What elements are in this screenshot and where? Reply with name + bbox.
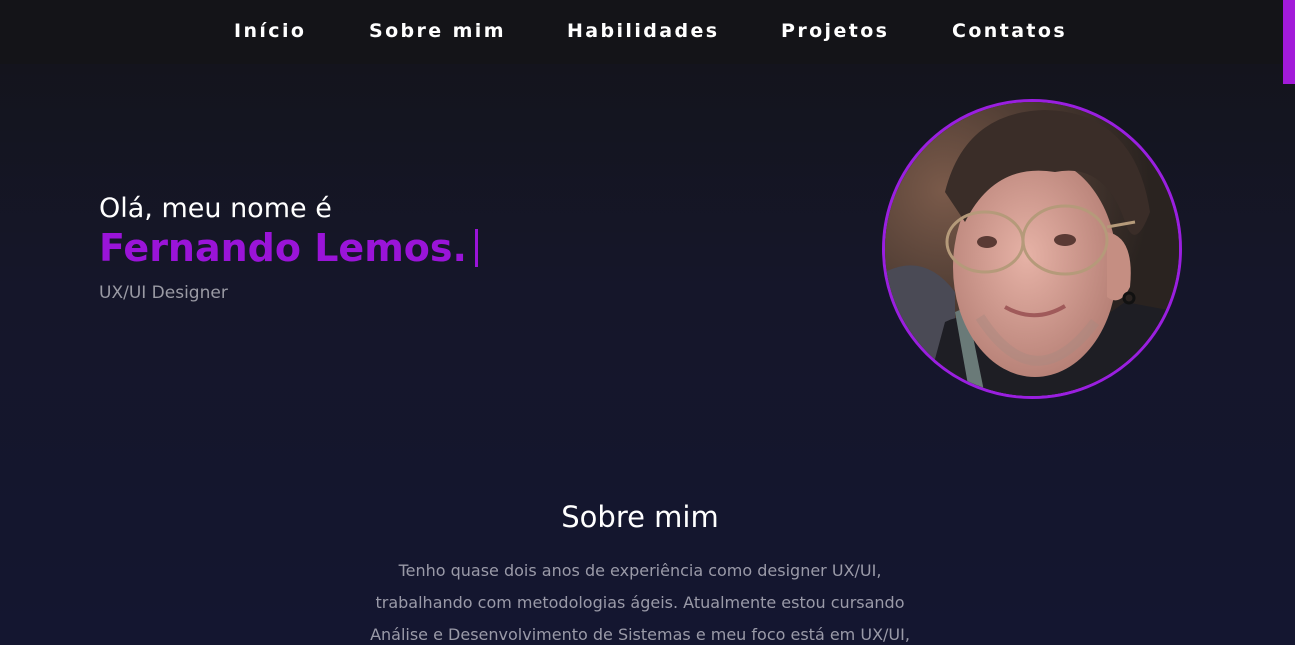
profile-photo-illustration (885, 102, 1179, 396)
profile-photo (882, 99, 1182, 399)
hero-name: Fernando Lemos. (99, 226, 478, 270)
top-navigation: Início Sobre mim Habilidades Projetos Co… (0, 0, 1295, 64)
about-text-line: trabalhando com metodologias ágeis. Atua… (375, 593, 905, 612)
about-section-title: Sobre mim (561, 500, 719, 534)
about-description: Tenho quase dois anos de experiência com… (340, 555, 940, 645)
nav-item-projetos[interactable]: Projetos (781, 20, 889, 42)
hero-greeting: Olá, meu nome é (99, 193, 332, 224)
typing-caret (474, 229, 478, 267)
nav-item-sobre-mim[interactable]: Sobre mim (369, 20, 506, 42)
nav-item-habilidades[interactable]: Habilidades (567, 20, 719, 42)
about-text-line: Análise e Desenvolvimento de Sistemas e … (370, 625, 910, 644)
scrollbar-thumb[interactable] (1283, 0, 1295, 84)
nav-menu: Início Sobre mim Habilidades Projetos Co… (0, 20, 1295, 46)
nav-item-contatos[interactable]: Contatos (952, 20, 1067, 42)
about-text-line: Tenho quase dois anos de experiência com… (398, 561, 882, 580)
nav-item-inicio[interactable]: Início (234, 20, 306, 42)
hero-name-text: Fernando Lemos. (99, 226, 467, 270)
hero-role: UX/UI Designer (99, 283, 228, 303)
